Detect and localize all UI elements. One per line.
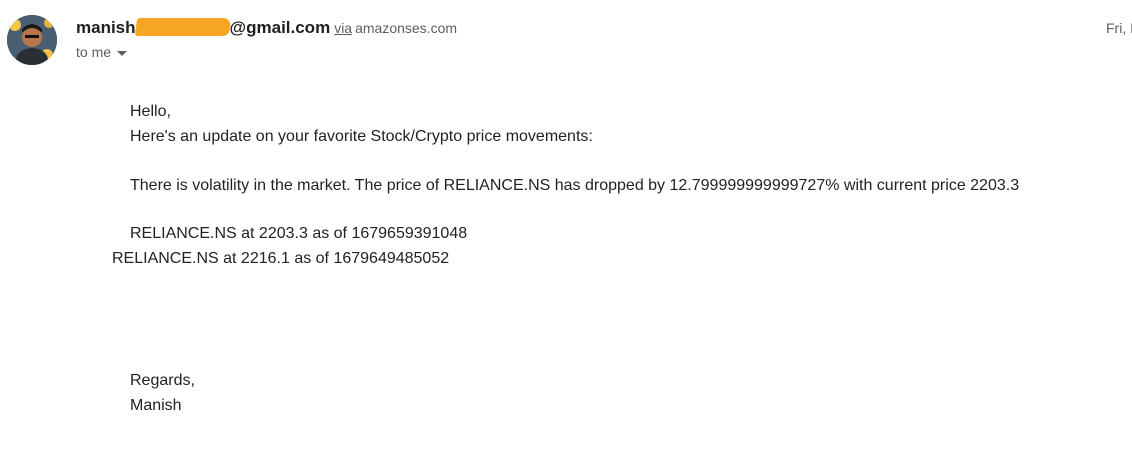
email-signature: Manish [130,397,182,414]
clipped-fragment: % [230,276,260,280]
email-intro: Here's an update on your favorite Stock/… [130,128,593,145]
recipient-details-toggle[interactable]: to me [76,44,128,60]
sender-name-suffix: @gmail.com [229,18,331,37]
chevron-down-icon[interactable] [117,50,128,56]
avatar-photo [7,15,57,65]
via-domain: amazonses.com [355,20,458,36]
via-link[interactable]: via [334,20,352,36]
price-entry-2: RELIANCE.NS at 2216.1 as of 167964948505… [112,250,450,267]
clipped-line: % [230,276,260,282]
recipient-label: to me [76,44,112,60]
price-entry-1: RELIANCE.NS at 2203.3 as of 167965939104… [130,225,468,242]
sender-name-prefix: manish [76,18,136,37]
sender-line: manish @gmail.com via amazonses.com [76,17,457,39]
redaction-mark [134,18,231,36]
email-date: Fri, I [1106,20,1132,36]
sender-avatar[interactable] [7,15,57,65]
email-header: manish @gmail.com via amazonses.com to me F… [0,0,1132,80]
email-regards: Regards, [130,372,195,389]
email-greeting: Hello, [130,103,171,120]
sender-email[interactable]: manish @gmail.com [76,18,330,37]
volatility-alert: There is volatility in the market. The p… [130,177,1020,194]
